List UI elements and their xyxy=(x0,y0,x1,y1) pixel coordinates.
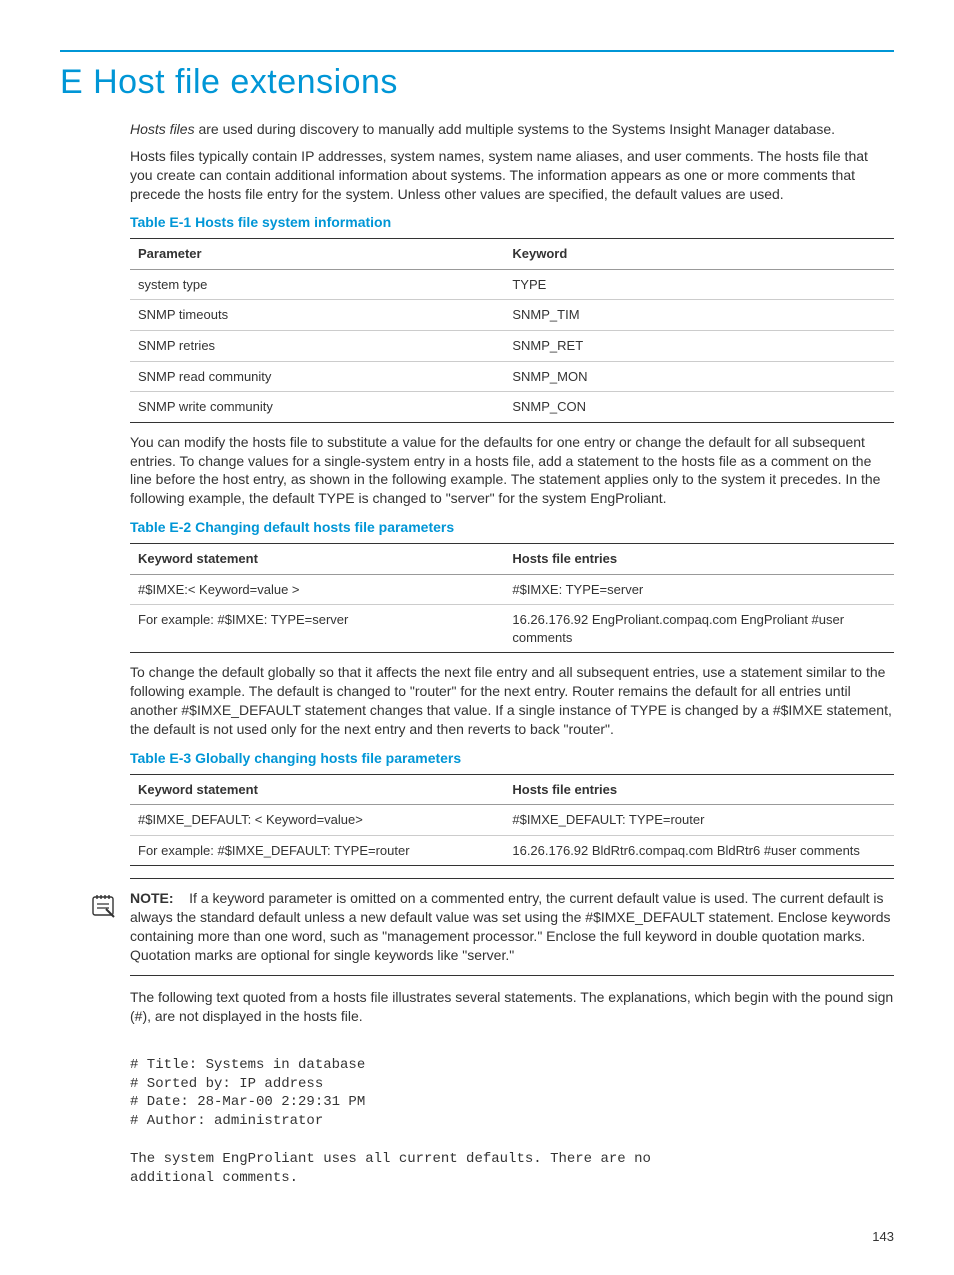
table-row: SNMP read communitySNMP_MON xyxy=(130,361,894,392)
table1-header-0: Parameter xyxy=(130,239,504,270)
cell: For example: #$IMXE: TYPE=server xyxy=(130,605,504,653)
content-area: Hosts files are used during discovery to… xyxy=(130,120,894,1188)
cell: SNMP_TIM xyxy=(504,300,894,331)
note-body: If a keyword parameter is omitted on a c… xyxy=(130,890,891,963)
intro1-rest: are used during discovery to manually ad… xyxy=(195,121,835,137)
table-row: SNMP timeoutsSNMP_TIM xyxy=(130,300,894,331)
table-row: For example: #$IMXE: TYPE=server16.26.17… xyxy=(130,605,894,653)
hosts-files-term: Hosts files xyxy=(130,121,195,137)
note-icon xyxy=(90,889,130,965)
cell: SNMP_MON xyxy=(504,361,894,392)
para-after-table1: You can modify the hosts file to substit… xyxy=(130,433,894,509)
table1: Parameter Keyword system typeTYPE SNMP t… xyxy=(130,238,894,422)
table-row: #$IMXE:< Keyword=value >#$IMXE: TYPE=ser… xyxy=(130,574,894,605)
cell: SNMP_RET xyxy=(504,330,894,361)
table-row: SNMP retriesSNMP_RET xyxy=(130,330,894,361)
para-after-table2: To change the default globally so that i… xyxy=(130,663,894,739)
table3: Keyword statement Hosts file entries #$I… xyxy=(130,774,894,867)
top-rule xyxy=(60,50,894,52)
cell: system type xyxy=(130,269,504,300)
cell: SNMP read community xyxy=(130,361,504,392)
cell: 16.26.176.92 BldRtr6.compaq.com BldRtr6 … xyxy=(504,835,894,866)
table2-caption: Table E-2 Changing default hosts file pa… xyxy=(130,518,894,537)
cell: SNMP retries xyxy=(130,330,504,361)
note-text: NOTE: If a keyword parameter is omitted … xyxy=(130,889,894,965)
note-label: NOTE: xyxy=(130,890,174,906)
code-block: # Title: Systems in database # Sorted by… xyxy=(130,1056,894,1188)
cell: SNMP_CON xyxy=(504,392,894,423)
intro-paragraph-1: Hosts files are used during discovery to… xyxy=(130,120,894,139)
cell: #$IMXE_DEFAULT: < Keyword=value> xyxy=(130,805,504,836)
table3-header-0: Keyword statement xyxy=(130,774,504,805)
page-number: 143 xyxy=(60,1228,894,1246)
cell: 16.26.176.92 EngProliant.compaq.com EngP… xyxy=(504,605,894,653)
table-row: For example: #$IMXE_DEFAULT: TYPE=router… xyxy=(130,835,894,866)
cell: #$IMXE: TYPE=server xyxy=(504,574,894,605)
table2-header-0: Keyword statement xyxy=(130,544,504,575)
cell: #$IMXE_DEFAULT: TYPE=router xyxy=(504,805,894,836)
page-title: E Host file extensions xyxy=(60,60,894,106)
table3-header-1: Hosts file entries xyxy=(504,774,894,805)
cell: SNMP timeouts xyxy=(130,300,504,331)
note-block: NOTE: If a keyword parameter is omitted … xyxy=(130,878,894,976)
cell: #$IMXE:< Keyword=value > xyxy=(130,574,504,605)
table-row: system typeTYPE xyxy=(130,269,894,300)
cell: TYPE xyxy=(504,269,894,300)
cell: SNMP write community xyxy=(130,392,504,423)
table-row: #$IMXE_DEFAULT: < Keyword=value>#$IMXE_D… xyxy=(130,805,894,836)
table-row: SNMP write communitySNMP_CON xyxy=(130,392,894,423)
table1-caption: Table E-1 Hosts file system information xyxy=(130,213,894,232)
table1-header-1: Keyword xyxy=(504,239,894,270)
cell: For example: #$IMXE_DEFAULT: TYPE=router xyxy=(130,835,504,866)
table2: Keyword statement Hosts file entries #$I… xyxy=(130,543,894,653)
intro-paragraph-2: Hosts files typically contain IP address… xyxy=(130,147,894,204)
table3-caption: Table E-3 Globally changing hosts file p… xyxy=(130,749,894,768)
para-after-note: The following text quoted from a hosts f… xyxy=(130,988,894,1026)
table2-header-1: Hosts file entries xyxy=(504,544,894,575)
